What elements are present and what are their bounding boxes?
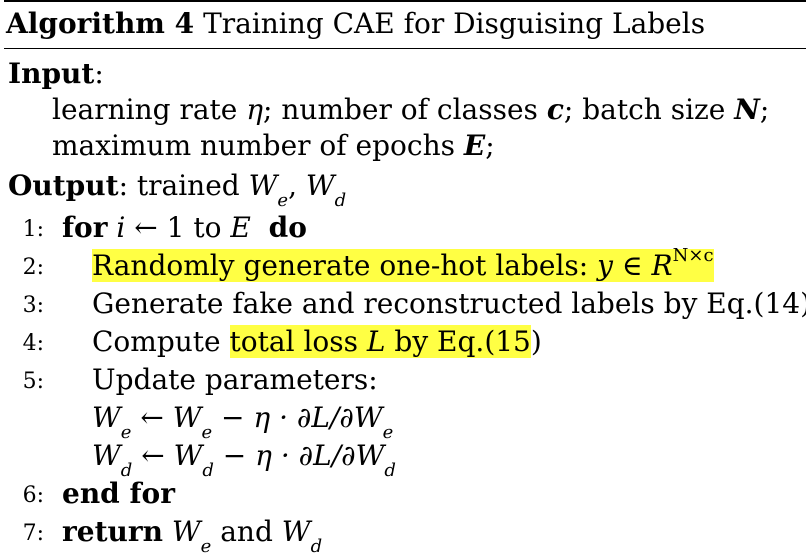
algorithm-caption: Training CAE for Disguising Labels bbox=[203, 7, 706, 40]
algorithm-title: Algorithm 4 Training CAE for Disguising … bbox=[6, 6, 705, 42]
line-number-5: 5: bbox=[22, 369, 44, 394]
input-heading: Input: bbox=[8, 57, 104, 90]
line-number-7: 7: bbox=[22, 521, 44, 546]
step-7: return We and Wd bbox=[62, 515, 323, 557]
line-number-6: 6: bbox=[22, 483, 44, 508]
line-number-4: 4: bbox=[22, 331, 44, 356]
highlight-step-2: Randomly generate one-hot labels: y ∈ RN… bbox=[92, 244, 714, 282]
step-4: Compute total loss L by Eq.(15) bbox=[92, 325, 542, 358]
step-5: Update parameters: bbox=[92, 363, 378, 396]
top-rule bbox=[4, 0, 806, 2]
input-line-1: learning rate η; number of classes c; ba… bbox=[52, 93, 770, 126]
output-line: Output: trained We, Wd bbox=[8, 169, 347, 211]
highlight-step-4: total loss L by Eq.(15 bbox=[229, 325, 531, 358]
step-6: end for bbox=[62, 477, 175, 510]
step-2: Randomly generate one-hot labels: y ∈ RN… bbox=[92, 244, 714, 284]
step-1: for i ← 1 to E do bbox=[62, 211, 307, 244]
step-5-update-we: We ← We − η · ∂L/∂We bbox=[92, 401, 394, 443]
line-number-2: 2: bbox=[22, 255, 44, 280]
algorithm-block: Algorithm 4 Training CAE for Disguising … bbox=[0, 0, 806, 558]
title-rule bbox=[4, 48, 806, 49]
line-number-1: 1: bbox=[22, 217, 44, 242]
line-number-3: 3: bbox=[22, 293, 44, 318]
input-line-2: maximum number of epochs E; bbox=[52, 129, 495, 162]
algorithm-label: Algorithm 4 bbox=[6, 7, 195, 40]
step-3: Generate fake and reconstructed labels b… bbox=[92, 287, 806, 320]
step-5-update-wd: Wd ← Wd − η · ∂L/∂Wd bbox=[92, 439, 396, 481]
